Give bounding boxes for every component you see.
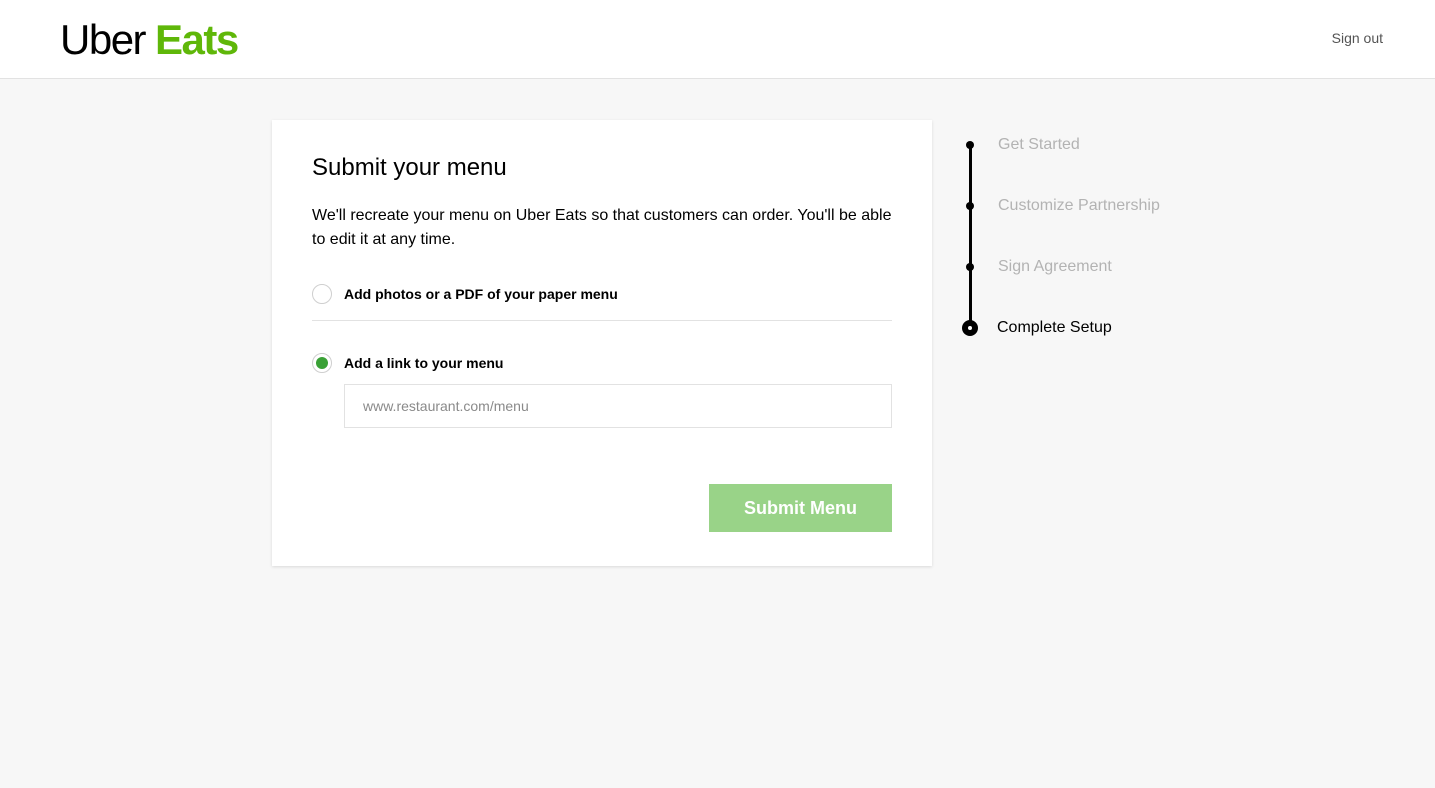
page-title: Submit your menu — [312, 154, 507, 181]
logo-eats-text: Eats — [155, 16, 239, 63]
step-get-started: Get Started — [960, 133, 1080, 157]
progress-stepper: Get Started Customize Partnership Sign A… — [960, 130, 1260, 350]
option-label: Add a link to your menu — [344, 355, 504, 371]
top-header: Uber Eats Sign out — [0, 0, 1435, 79]
submit-menu-card: Submit your menu We'll recreate your men… — [272, 120, 932, 566]
step-current-dot-icon — [960, 316, 980, 340]
submit-menu-button[interactable]: Submit Menu — [709, 484, 892, 532]
option-upload-photos-pdf[interactable]: Add photos or a PDF of your paper menu — [312, 284, 618, 304]
step-dot-icon — [960, 255, 980, 279]
option-menu-link[interactable]: Add a link to your menu — [312, 353, 503, 373]
step-sign-agreement: Sign Agreement — [960, 255, 1112, 279]
radio-upload-photos-pdf[interactable] — [312, 284, 332, 304]
step-label: Customize Partnership — [998, 197, 1160, 214]
step-complete-setup: Complete Setup — [960, 316, 1112, 340]
step-dot-icon — [960, 133, 980, 157]
stepper-line — [969, 142, 972, 328]
radio-menu-link[interactable] — [312, 353, 332, 373]
step-label: Complete Setup — [997, 319, 1112, 336]
menu-link-input[interactable] — [344, 384, 892, 428]
step-dot-icon — [960, 194, 980, 218]
card-description: We'll recreate your menu on Uber Eats so… — [312, 207, 892, 248]
step-customize-partnership: Customize Partnership — [960, 194, 1160, 218]
option-divider — [312, 320, 892, 321]
option-label: Add photos or a PDF of your paper menu — [344, 286, 618, 302]
logo-uber-text: Uber — [60, 16, 147, 63]
sign-out-link[interactable]: Sign out — [1332, 30, 1383, 46]
uber-eats-logo[interactable]: Uber Eats — [60, 16, 239, 63]
step-label: Get Started — [998, 136, 1080, 153]
step-label: Sign Agreement — [998, 258, 1112, 275]
